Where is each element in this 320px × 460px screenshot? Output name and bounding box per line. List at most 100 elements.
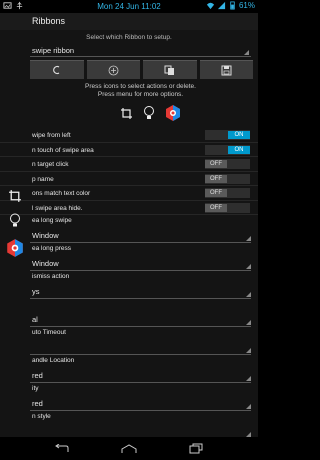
pref-label: ea long press: [32, 245, 72, 252]
hint-line-1: Press icons to select actions or delete.: [85, 83, 196, 90]
dropdown-arrow-icon: [246, 348, 251, 353]
save-icon: [221, 65, 232, 75]
action-bar: Ribbons: [0, 13, 258, 30]
pref-value: al: [32, 315, 38, 324]
toggle-row[interactable]: wipe from left ON: [0, 128, 258, 143]
pref-dropdown[interactable]: Window: [30, 254, 251, 271]
home-icon: [121, 443, 137, 453]
back-arrow-icon: [55, 443, 69, 452]
pref-label: n style: [32, 413, 51, 420]
status-bar: Mon 24 Jun 11:02 61%: [0, 0, 258, 13]
toggle-switch[interactable]: ON: [205, 130, 250, 140]
toggle-label: n target click: [32, 161, 69, 168]
pref-value: Window: [32, 231, 59, 240]
side-ribbon-crop[interactable]: [5, 186, 25, 206]
pref-header: ea long press: [0, 243, 258, 254]
toggle-label: l swipe area hide.: [32, 204, 83, 212]
toggle-switch[interactable]: ON: [205, 144, 250, 155]
settings-content[interactable]: Select which Ribbon to setup. swipe ribb…: [0, 30, 258, 437]
back-icon: [52, 65, 60, 75]
pref-label: ea long swipe: [32, 217, 72, 224]
side-ribbon-lightbulb[interactable]: [5, 210, 25, 230]
toggle-switch[interactable]: OFF: [205, 173, 250, 184]
toggle-label: p name: [32, 175, 54, 183]
page-title: Ribbons: [32, 16, 66, 26]
pref-value: red: [32, 371, 43, 380]
crop-icon: [9, 190, 21, 202]
pref-header: ea long swipe: [0, 215, 258, 226]
toggle-switch[interactable]: OFF: [205, 159, 250, 169]
dropdown-arrow-icon: [246, 292, 251, 297]
toggle-state: OFF: [205, 174, 227, 183]
pref-header: ismiss action: [0, 271, 258, 282]
crop-icon: [121, 107, 132, 119]
save-button[interactable]: [199, 60, 253, 79]
wifi-icon: [206, 2, 215, 10]
toggle-state: OFF: [205, 203, 227, 212]
toggle-row[interactable]: l swipe area hide. OFF: [0, 201, 258, 215]
toggle-state: ON: [228, 131, 250, 139]
pref-label: andle Location: [32, 357, 75, 364]
toggle-row[interactable]: n target click OFF: [0, 157, 258, 172]
battery-icon: [230, 1, 235, 10]
pref-dropdown[interactable]: [30, 422, 251, 437]
navigation-bar: [0, 437, 258, 460]
dropdown-arrow-icon: [246, 376, 251, 381]
ribbon-toolbar: [30, 60, 253, 79]
battery-percent: 61%: [238, 1, 255, 10]
ribbon-item-lightbulb[interactable]: [143, 105, 155, 126]
pref-dropdown[interactable]: red: [30, 394, 251, 411]
dropdown-arrow-icon: [244, 50, 249, 55]
pref-value: Window: [32, 259, 59, 268]
toggle-label: wipe from left: [32, 132, 71, 139]
pref-header: andle Location: [0, 355, 258, 366]
pref-label: uto Timeout: [32, 329, 66, 336]
settings-list: wipe from left ON n touch of swipe area ON n…: [0, 128, 258, 437]
pref-header: [0, 299, 258, 310]
toggle-row[interactable]: ons match text color OFF: [0, 186, 258, 201]
pref-dropdown[interactable]: al: [30, 310, 251, 327]
toggle-state: OFF: [205, 160, 227, 168]
toggle-switch[interactable]: OFF: [205, 188, 250, 198]
app-logo-icon: [7, 239, 23, 257]
copy-icon: [164, 65, 175, 75]
ribbon-hint: Press icons to select actions or delete.…: [30, 83, 251, 99]
pref-dropdown[interactable]: ys: [30, 282, 251, 299]
nav-back-button[interactable]: [52, 442, 72, 455]
ribbon-selector-value: swipe ribbon: [32, 46, 75, 55]
dropdown-arrow-icon: [246, 320, 251, 325]
side-ribbon: [0, 0, 30, 460]
lightbulb-icon: [144, 106, 154, 119]
toggle-state: ON: [228, 145, 250, 154]
pref-dropdown[interactable]: Window: [30, 226, 251, 243]
pref-header: n style: [0, 411, 258, 422]
toggle-row[interactable]: p name OFF: [0, 172, 258, 186]
ribbon-icon-preview: [120, 104, 181, 127]
copy-button[interactable]: [143, 60, 197, 79]
pref-dropdown[interactable]: red: [30, 366, 251, 383]
toggle-row[interactable]: n touch of swipe area ON: [0, 143, 258, 157]
add-button[interactable]: [86, 60, 140, 79]
add-circle-icon: [108, 65, 119, 75]
nav-recents-button[interactable]: [186, 442, 206, 455]
dropdown-arrow-icon: [246, 264, 251, 269]
nav-home-button[interactable]: [119, 442, 139, 455]
ribbon-item-crop[interactable]: [120, 107, 133, 125]
signal-icon: [217, 1, 226, 10]
side-ribbon-app-logo[interactable]: [5, 238, 25, 258]
pref-header: ity: [0, 383, 258, 394]
status-indicators: 61%: [206, 1, 255, 10]
app-logo-icon: [166, 105, 180, 121]
ribbon-selector[interactable]: swipe ribbon: [30, 44, 251, 57]
pref-dropdown[interactable]: [30, 338, 251, 355]
toggle-label: n touch of swipe area: [32, 146, 94, 154]
pref-label: ismiss action: [32, 273, 70, 280]
lightbulb-icon: [10, 213, 20, 226]
recent-apps-icon: [189, 443, 203, 454]
ribbon-item-app-logo[interactable]: [165, 104, 181, 127]
ribbon-select-prompt: Select which Ribbon to setup.: [86, 34, 172, 41]
back-button[interactable]: [30, 60, 84, 79]
dropdown-arrow-icon: [246, 404, 251, 409]
toggle-state: OFF: [205, 189, 227, 197]
toggle-switch[interactable]: OFF: [205, 202, 250, 213]
